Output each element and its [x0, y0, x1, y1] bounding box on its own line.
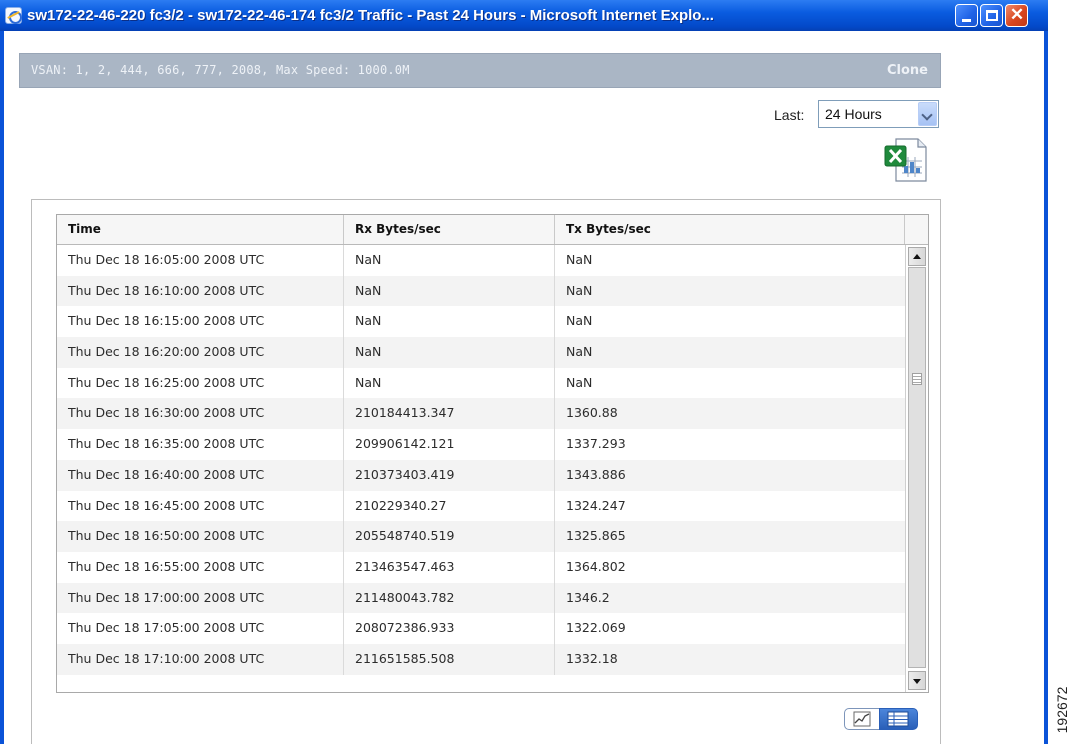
- vsan-info-text: VSAN: 1, 2, 444, 666, 777, 2008, Max Spe…: [31, 63, 410, 77]
- scroll-down-button[interactable]: [908, 671, 926, 690]
- cell-rx-bytes: 211651585.508: [344, 643, 555, 675]
- cell-rx-bytes: 210184413.347: [344, 398, 555, 430]
- table-row[interactable]: Thu Dec 18 16:55:00 2008 UTC 213463547.46…: [57, 551, 905, 583]
- cell-time: Thu Dec 18 16:05:00 2008 UTC: [57, 245, 344, 276]
- title-bar[interactable]: sw172-22-46-220 fc3/2 - sw172-22-46-174 …: [0, 0, 1048, 31]
- cell-rx-bytes: NaN: [344, 306, 555, 338]
- table-row[interactable]: Thu Dec 18 17:10:00 2008 UTC 211651585.50…: [57, 643, 905, 675]
- excel-export-icon[interactable]: [882, 137, 930, 183]
- cell-time: Thu Dec 18 16:20:00 2008 UTC: [57, 337, 344, 368]
- close-icon: ✕: [1009, 5, 1025, 24]
- table-icon: [887, 711, 909, 727]
- cell-time: Thu Dec 18 16:45:00 2008 UTC: [57, 490, 344, 522]
- table-view-button[interactable]: [879, 708, 918, 730]
- cell-time: Thu Dec 18 16:35:00 2008 UTC: [57, 429, 344, 460]
- view-toggle: [844, 708, 918, 730]
- time-range-value: 24 Hours: [825, 106, 882, 122]
- cell-rx-bytes: 213463547.463: [344, 551, 555, 583]
- table-row[interactable]: Thu Dec 18 17:00:00 2008 UTC 211480043.78…: [57, 582, 905, 614]
- cell-tx-bytes: 1360.88: [566, 405, 618, 421]
- maximize-button[interactable]: [980, 4, 1003, 27]
- cell-rx-bytes: NaN: [344, 245, 555, 276]
- last-label: Last:: [774, 107, 805, 123]
- cell-tx-bytes: NaN: [566, 313, 593, 329]
- vertical-scrollbar[interactable]: [905, 245, 928, 692]
- column-header-tx[interactable]: Tx Bytes/sec: [555, 215, 905, 244]
- internet-explorer-icon: [5, 7, 22, 24]
- cell-rx-bytes: NaN: [344, 337, 555, 368]
- table-row[interactable]: Thu Dec 18 16:30:00 2008 UTC 210184413.34…: [57, 398, 905, 430]
- cell-rx-bytes: 210373403.419: [344, 459, 555, 491]
- clone-link[interactable]: Clone: [887, 54, 928, 87]
- cell-tx-bytes: NaN: [566, 252, 593, 267]
- table-row[interactable]: Thu Dec 18 16:50:00 2008 UTC 205548740.51…: [57, 521, 905, 552]
- table-row[interactable]: Thu Dec 18 17:05:00 2008 UTC 208072386.93…: [57, 613, 905, 644]
- browser-window: sw172-22-46-220 fc3/2 - sw172-22-46-174 …: [0, 0, 1048, 744]
- table-row[interactable]: Thu Dec 18 16:05:00 2008 UTC NaN NaN: [57, 245, 905, 276]
- column-header-time[interactable]: Time: [57, 215, 344, 244]
- cell-rx-bytes: 209906142.121: [344, 429, 555, 460]
- cell-rx-bytes: NaN: [344, 367, 555, 399]
- cell-time: Thu Dec 18 17:10:00 2008 UTC: [57, 643, 344, 675]
- cell-tx-bytes: 1324.247: [566, 497, 626, 513]
- cell-tx-bytes: 1332.18: [566, 650, 618, 666]
- minimize-button[interactable]: [955, 4, 978, 27]
- cell-time: Thu Dec 18 17:05:00 2008 UTC: [57, 613, 344, 644]
- cell-tx-bytes: NaN: [566, 344, 593, 360]
- cell-tx-bytes: 1343.886: [566, 466, 626, 482]
- page-content: VSAN: 1, 2, 444, 666, 777, 2008, Max Spe…: [4, 31, 1044, 744]
- cell-time: Thu Dec 18 16:25:00 2008 UTC: [57, 367, 344, 399]
- cell-tx-bytes: NaN: [566, 282, 593, 298]
- table-row[interactable]: Thu Dec 18 16:25:00 2008 UTC NaN NaN: [57, 367, 905, 399]
- cell-tx-bytes: 1346.2: [566, 589, 610, 605]
- cell-time: Thu Dec 18 16:10:00 2008 UTC: [57, 275, 344, 307]
- table-row[interactable]: Thu Dec 18 16:15:00 2008 UTC NaN NaN: [57, 306, 905, 338]
- cell-tx-bytes: NaN: [566, 374, 593, 390]
- table-panel: Time Rx Bytes/sec Tx Bytes/sec Thu Dec 1…: [31, 199, 941, 744]
- table-row[interactable]: Thu Dec 18 16:10:00 2008 UTC NaN NaN: [57, 275, 905, 307]
- cell-tx-bytes: 1337.293: [566, 436, 626, 452]
- cell-tx-bytes: 1322.069: [566, 620, 626, 636]
- cell-time: Thu Dec 18 16:30:00 2008 UTC: [57, 398, 344, 430]
- cell-tx-bytes: 1364.802: [566, 558, 626, 574]
- table-row[interactable]: Thu Dec 18 16:45:00 2008 UTC 210229340.27…: [57, 490, 905, 522]
- cell-tx-bytes: 1325.865: [566, 528, 626, 544]
- cell-time: Thu Dec 18 16:55:00 2008 UTC: [57, 551, 344, 583]
- figure-number: 192672: [1054, 686, 1070, 734]
- minimize-icon: [962, 19, 971, 22]
- cell-time: Thu Dec 18 16:40:00 2008 UTC: [57, 459, 344, 491]
- table-row[interactable]: Thu Dec 18 16:40:00 2008 UTC 210373403.41…: [57, 459, 905, 491]
- cell-rx-bytes: 210229340.27: [344, 490, 555, 522]
- chart-view-button[interactable]: [844, 708, 880, 730]
- time-range-select[interactable]: 24 Hours: [818, 100, 939, 128]
- table-body: Thu Dec 18 16:05:00 2008 UTC NaN NaN Thu De…: [57, 245, 905, 692]
- window-title: sw172-22-46-220 fc3/2 - sw172-22-46-174 …: [27, 7, 714, 24]
- table-row[interactable]: Thu Dec 18 16:35:00 2008 UTC 209906142.12…: [57, 429, 905, 460]
- line-chart-icon: [853, 711, 871, 727]
- table-row[interactable]: Thu Dec 18 16:20:00 2008 UTC NaN NaN: [57, 337, 905, 368]
- cell-rx-bytes: 208072386.933: [344, 613, 555, 644]
- close-button[interactable]: ✕: [1005, 4, 1028, 27]
- cell-rx-bytes: 205548740.519: [344, 521, 555, 552]
- table-header: Time Rx Bytes/sec Tx Bytes/sec: [57, 215, 928, 245]
- cell-rx-bytes: 211480043.782: [344, 582, 555, 614]
- grip-icon: [912, 373, 922, 385]
- cell-time: Thu Dec 18 16:15:00 2008 UTC: [57, 306, 344, 338]
- info-bar: VSAN: 1, 2, 444, 666, 777, 2008, Max Spe…: [19, 53, 941, 88]
- column-header-rx[interactable]: Rx Bytes/sec: [344, 215, 555, 244]
- maximize-icon: [986, 10, 998, 21]
- cell-time: Thu Dec 18 17:00:00 2008 UTC: [57, 582, 344, 614]
- scroll-up-button[interactable]: [908, 247, 926, 266]
- chevron-down-icon[interactable]: [918, 102, 937, 126]
- traffic-table: Time Rx Bytes/sec Tx Bytes/sec Thu Dec 1…: [56, 214, 929, 693]
- scrollbar-thumb[interactable]: [908, 267, 926, 668]
- cell-time: Thu Dec 18 16:50:00 2008 UTC: [57, 521, 344, 552]
- cell-rx-bytes: NaN: [344, 275, 555, 307]
